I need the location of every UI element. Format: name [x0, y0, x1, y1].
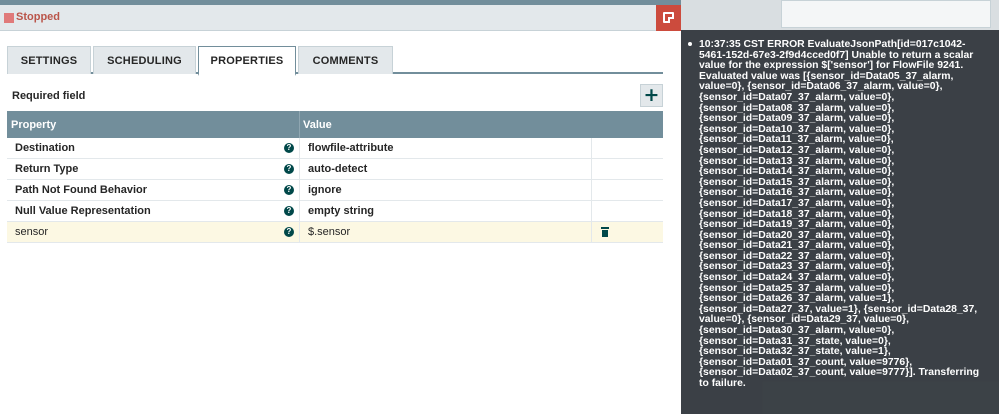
plus-icon: +	[643, 84, 660, 106]
canvas-component-strip	[681, 0, 999, 30]
table-row[interactable]: Destination ? flowfile-attribute	[7, 138, 663, 159]
table-row[interactable]: Path Not Found Behavior ? ignore	[7, 180, 663, 201]
column-header-value[interactable]: Value	[303, 119, 332, 131]
cell-divider	[299, 201, 300, 222]
popout-icon	[663, 12, 674, 23]
property-value[interactable]: $.sensor	[308, 226, 350, 238]
question-circle-icon[interactable]: ?	[284, 143, 294, 153]
property-name: Return Type	[15, 163, 79, 175]
cell-divider	[591, 222, 592, 243]
tab-properties[interactable]: PROPERTIES	[198, 46, 296, 76]
property-name: sensor	[15, 226, 49, 238]
table-row-selected[interactable]: sensor ? $.sensor	[7, 222, 663, 243]
cell-divider	[299, 222, 300, 243]
cell-divider	[591, 159, 592, 180]
property-name: Path Not Found Behavior	[15, 184, 147, 196]
tab-scheduling[interactable]: SCHEDULING	[93, 46, 196, 74]
property-value[interactable]: empty string	[308, 205, 374, 217]
properties-table: Property Value Destination ? flowfile-at…	[7, 111, 663, 243]
stopped-square-icon	[4, 13, 14, 23]
table-header: Property Value	[7, 111, 663, 138]
question-circle-icon[interactable]: ?	[284, 185, 294, 195]
question-circle-icon[interactable]: ?	[284, 206, 294, 216]
dialog-header: Stopped	[0, 5, 681, 31]
table-row[interactable]: Return Type ? auto-detect	[7, 159, 663, 180]
property-value[interactable]: flowfile-attribute	[308, 142, 394, 154]
property-name: Null Value Representation	[15, 205, 151, 217]
cell-divider	[299, 138, 300, 159]
bulletin-tooltip: 10:37:35 CST ERROR EvaluateJsonPath[id=0…	[681, 30, 999, 414]
column-divider	[299, 111, 300, 138]
property-value[interactable]: ignore	[308, 184, 342, 196]
column-header-property[interactable]: Property	[11, 119, 56, 131]
bulletin-message: 10:37:35 CST ERROR EvaluateJsonPath[id=0…	[699, 39, 980, 389]
canvas-component-box	[781, 0, 991, 28]
bullet-icon	[688, 42, 692, 46]
trash-icon[interactable]	[601, 227, 609, 237]
cell-divider	[591, 138, 592, 159]
question-circle-icon[interactable]: ?	[284, 164, 294, 174]
required-field-label: Required field	[12, 90, 86, 102]
status-text: Stopped	[16, 11, 60, 23]
cell-divider	[299, 159, 300, 180]
cell-divider	[591, 180, 592, 201]
property-value[interactable]: auto-detect	[308, 163, 367, 175]
tab-comments[interactable]: COMMENTS	[298, 46, 393, 74]
table-row[interactable]: Null Value Representation ? empty string	[7, 201, 663, 222]
processor-config-dialog: Stopped SETTINGS SCHEDULING PROPERTIES C…	[0, 0, 681, 414]
cell-divider	[299, 180, 300, 201]
property-name: Destination	[15, 142, 75, 154]
popout-button[interactable]	[656, 5, 681, 31]
tab-bar: SETTINGS SCHEDULING PROPERTIES COMMENTS	[7, 46, 663, 76]
cell-divider	[591, 201, 592, 222]
question-circle-icon[interactable]: ?	[284, 227, 294, 237]
add-property-button[interactable]: +	[640, 84, 663, 107]
tab-settings[interactable]: SETTINGS	[7, 46, 91, 74]
